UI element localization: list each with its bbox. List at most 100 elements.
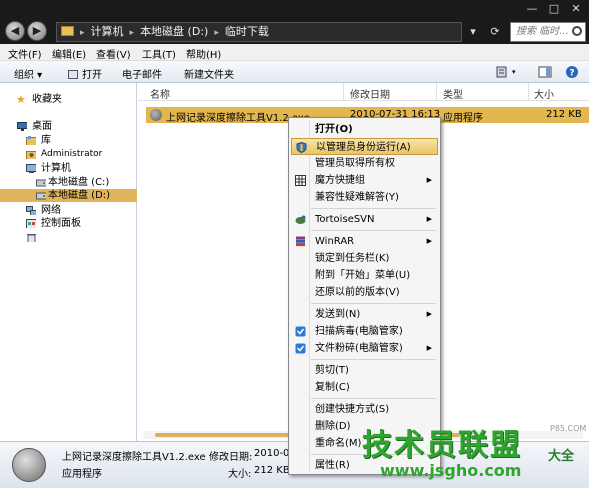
- qq-guard-icon: [295, 343, 306, 354]
- breadcrumb-drive-d[interactable]: 本地磁盘 (D:): [140, 25, 208, 38]
- context-menu-label: 兼容性疑难解答(Y): [315, 192, 399, 203]
- menu-view[interactable]: 查看(V): [96, 46, 131, 61]
- back-arrow-icon: ◀: [10, 24, 20, 37]
- column-divider[interactable]: [528, 83, 529, 101]
- refresh-icon[interactable]: ⟳: [486, 22, 504, 42]
- network-icon: [26, 206, 36, 215]
- column-divider[interactable]: [436, 83, 437, 101]
- submenu-arrow-icon: ▶: [426, 344, 432, 352]
- tortoise-icon: [295, 214, 306, 225]
- shield-icon: [296, 141, 307, 154]
- maximize-button[interactable]: □: [545, 2, 563, 16]
- column-name[interactable]: 名称: [150, 86, 170, 101]
- nav-favorites[interactable]: ★ 收藏夹: [0, 93, 137, 106]
- context-menu-item[interactable]: 管理员取得所有权: [291, 155, 438, 172]
- minimize-button[interactable]: —: [523, 2, 541, 16]
- context-menu-item[interactable]: 剪切(T): [291, 362, 438, 379]
- details-file-type: 应用程序: [62, 469, 102, 480]
- context-menu-item[interactable]: 文件粉碎(电脑管家) ▶: [291, 340, 438, 357]
- details-modified-label: 修改日期:: [209, 452, 253, 463]
- open-label: 打开: [82, 70, 102, 81]
- column-modified[interactable]: 修改日期: [350, 86, 390, 101]
- context-menu-item[interactable]: WinRAR ▶: [291, 233, 438, 250]
- star-icon: ★: [16, 93, 26, 106]
- menu-separator: [311, 303, 436, 304]
- drive-icon: [36, 192, 46, 200]
- back-button[interactable]: ◀: [5, 21, 25, 41]
- nav-libraries[interactable]: 库: [0, 134, 137, 147]
- open-icon: [68, 70, 78, 79]
- organize-button[interactable]: 组织 ▾: [14, 66, 42, 81]
- winrar-icon: [295, 236, 306, 247]
- context-menu-item[interactable]: TortoiseSVN ▶: [291, 211, 438, 228]
- context-menu-item[interactable]: 创建快捷方式(S): [291, 401, 438, 418]
- forward-button[interactable]: ▶: [27, 21, 47, 41]
- menu-help[interactable]: 帮助(H): [186, 46, 221, 61]
- menu-file[interactable]: 文件(F): [8, 46, 42, 61]
- menu-separator: [311, 208, 436, 209]
- qq-guard-icon: [295, 326, 306, 337]
- address-bar[interactable]: ▸ 计算机 ▸ 本地磁盘 (D:) ▸ 临时下载: [56, 22, 462, 42]
- nav-drive-d[interactable]: 本地磁盘 (D:): [0, 189, 137, 202]
- preview-pane-icon[interactable]: [538, 65, 552, 79]
- context-menu-item[interactable]: 还原以前的版本(V): [291, 284, 438, 301]
- column-size[interactable]: 大小: [534, 86, 554, 101]
- view-options-icon[interactable]: [496, 65, 510, 79]
- command-bar: 组织 ▾ 打开 电子邮件 新建文件夹 ▾ ?: [0, 61, 589, 83]
- context-menu-item[interactable]: 发送到(N) ▶: [291, 306, 438, 323]
- breadcrumb-arrow-icon: ▸: [129, 28, 135, 38]
- file-size: 212 KB: [546, 109, 582, 120]
- forward-arrow-icon: ▶: [32, 24, 42, 37]
- nav-computer[interactable]: 计算机: [0, 162, 137, 175]
- nav-administrator[interactable]: Administrator: [0, 148, 137, 161]
- context-menu-item[interactable]: 锁定到任务栏(K): [291, 250, 438, 267]
- context-menu-label: 还原以前的版本(V): [315, 287, 400, 298]
- context-menu-label: 扫描病毒(电脑管家): [315, 326, 403, 337]
- recycle-bin-icon: [27, 234, 36, 242]
- context-menu-item[interactable]: 复制(C): [291, 379, 438, 396]
- context-menu-item[interactable]: 以管理员身份运行(A): [291, 138, 438, 155]
- submenu-arrow-icon: ▶: [426, 310, 432, 318]
- nav-network[interactable]: 网络: [0, 204, 137, 217]
- context-menu-label: 发送到(N): [315, 309, 361, 320]
- nav-label: 本地磁盘 (D:): [48, 190, 111, 201]
- submenu-arrow-icon: ▶: [426, 215, 432, 223]
- nav-recycle-bin[interactable]: [0, 231, 137, 244]
- context-menu-item[interactable]: 打开(O): [291, 121, 438, 138]
- open-button[interactable]: 打开: [68, 66, 102, 81]
- user-folder-icon: [26, 151, 36, 159]
- breadcrumb-computer[interactable]: 计算机: [91, 25, 124, 38]
- nav-label: 桌面: [32, 121, 52, 132]
- search-icon: [572, 26, 582, 36]
- menu-tools[interactable]: 工具(T): [142, 46, 176, 61]
- column-type[interactable]: 类型: [443, 86, 463, 101]
- search-input[interactable]: 搜索 临时...: [510, 22, 586, 42]
- email-button[interactable]: 电子邮件: [122, 66, 162, 81]
- breadcrumb-current-folder[interactable]: 临时下载: [225, 25, 269, 38]
- address-dropdown-icon[interactable]: ▾: [464, 22, 482, 42]
- context-menu-item[interactable]: 附到「开始」菜单(U): [291, 267, 438, 284]
- app-icon-large: [12, 448, 46, 482]
- nav-desktop[interactable]: 桌面: [0, 120, 137, 133]
- nav-label: 计算机: [41, 163, 71, 174]
- menu-bar: 文件(F) 编辑(E) 查看(V) 工具(T) 帮助(H): [0, 44, 589, 61]
- context-menu-label: 重命名(M): [315, 438, 362, 449]
- app-icon: [150, 109, 162, 121]
- details-size-value: 212 KB: [254, 465, 290, 476]
- context-menu-item[interactable]: 兼容性疑难解答(Y): [291, 189, 438, 206]
- nav-drive-c[interactable]: 本地磁盘 (C:): [0, 176, 137, 189]
- context-menu-label: 附到「开始」菜单(U): [315, 270, 411, 281]
- view-dropdown-icon[interactable]: ▾: [512, 65, 526, 79]
- nav-control-panel[interactable]: 控制面板: [0, 217, 137, 230]
- column-divider[interactable]: [343, 83, 344, 101]
- menu-edit[interactable]: 编辑(E): [52, 46, 86, 61]
- context-menu-item[interactable]: 魔方快捷组 ▶: [291, 172, 438, 189]
- nav-label: 控制面板: [41, 218, 81, 229]
- context-menu-item[interactable]: 扫描病毒(电脑管家): [291, 323, 438, 340]
- close-button[interactable]: ✕: [567, 2, 585, 16]
- title-bar: ◀ ▶ ▸ 计算机 ▸ 本地磁盘 (D:) ▸ 临时下载 ▾ ⟳ 搜索 临时... — □…: [0, 0, 589, 44]
- nav-label: 本地磁盘 (C:): [48, 177, 110, 188]
- help-icon[interactable]: ?: [565, 65, 579, 79]
- new-folder-button[interactable]: 新建文件夹: [184, 66, 234, 81]
- context-menu-label: 锁定到任务栏(K): [315, 253, 390, 264]
